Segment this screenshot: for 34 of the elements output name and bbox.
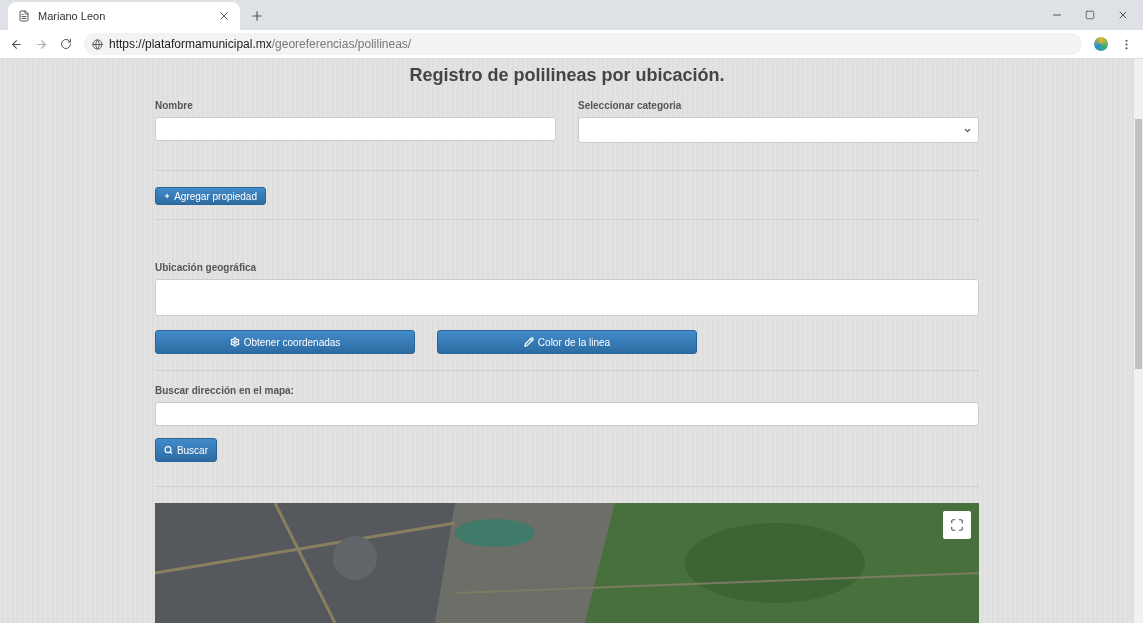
plus-icon (164, 191, 171, 201)
close-icon (1117, 9, 1129, 21)
field-label: Seleccionar categoria (578, 100, 683, 111)
globe-icon (92, 38, 103, 50)
maximize-icon (1085, 10, 1095, 20)
location-field[interactable] (155, 279, 979, 316)
extension-icon[interactable] (1094, 37, 1108, 51)
url-text: https://plataformamunicipal.mx/georeferencias/polilineas/ (109, 37, 412, 51)
field-label: Ubicación geográfica (155, 262, 258, 273)
field-label: Buscar dirección en el mapa: (155, 385, 295, 396)
close-icon (218, 10, 230, 22)
forward-icon (35, 37, 48, 51)
new-tab-icon[interactable] (250, 9, 264, 23)
address-bar[interactable]: https://plataformamunicipal.mx/georeferencias/polilineas/ (84, 33, 1082, 55)
add-property-button[interactable]: Agregar propiedad (155, 187, 266, 205)
search-icon (164, 445, 173, 455)
page-title: Registro de polilineas por ubicación. (408, 65, 726, 86)
name-field[interactable] (155, 117, 556, 141)
line-color-button[interactable]: Color de la linea (437, 330, 697, 354)
gear-icon (229, 337, 240, 347)
back-icon (10, 37, 23, 51)
pencil-icon (523, 337, 534, 347)
fullscreen-button[interactable] (943, 511, 971, 539)
get-coordinates-button[interactable]: Obtener coordenadas (155, 330, 415, 354)
reload-icon (60, 38, 72, 50)
address-field[interactable] (155, 402, 979, 426)
browser-tab[interactable]: Mariano Leon (8, 2, 240, 30)
category-select[interactable] (578, 117, 979, 143)
search-button[interactable]: Buscar (155, 438, 217, 462)
scrollbar[interactable] (1134, 59, 1143, 623)
field-label: Nombre (155, 100, 194, 111)
page-icon (18, 10, 30, 22)
fullscreen-icon (950, 518, 964, 532)
tab-title: Mariano Leon (38, 10, 107, 22)
